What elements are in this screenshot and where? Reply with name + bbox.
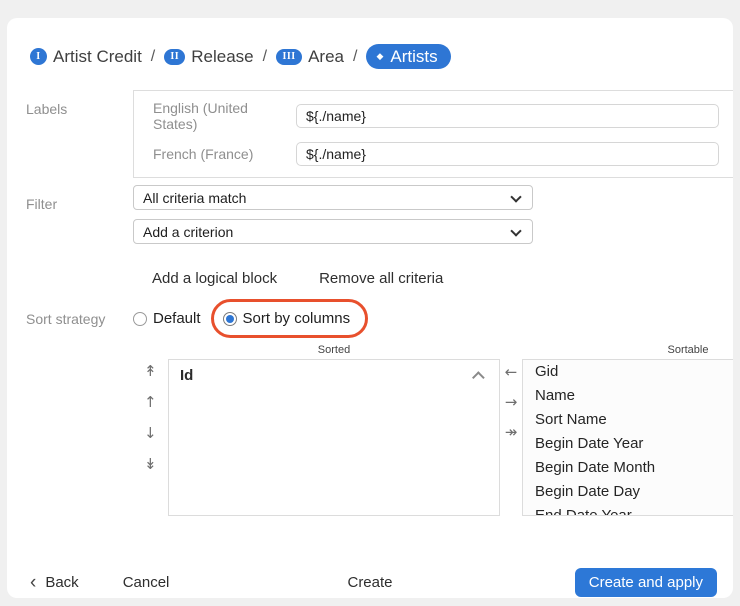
filter-section-title: Filter <box>7 185 133 212</box>
move-right-icon[interactable]: → <box>505 392 518 412</box>
radio-sort-by-columns-label: Sort by columns <box>243 310 351 327</box>
radio-unchecked-icon[interactable] <box>133 312 147 326</box>
sortable-item[interactable]: End Date Year <box>523 504 733 516</box>
filter-section: Filter All criteria match Add a criterio… <box>7 185 733 287</box>
breadcrumb-label: Area <box>308 47 344 67</box>
chevron-down-icon <box>510 191 521 202</box>
breadcrumb: I Artist Credit / II Release / III Area … <box>7 18 733 69</box>
labels-section-title: Labels <box>7 90 133 117</box>
add-logical-block-button[interactable]: Add a logical block <box>152 270 277 287</box>
wizard-footer: Create ‹ Back Cancel Create and apply <box>7 568 733 597</box>
radio-checked-icon[interactable] <box>223 312 237 326</box>
move-down-icon[interactable]: ↓ <box>144 423 157 443</box>
sortable-item[interactable]: Begin Date Day <box>523 480 733 504</box>
sorted-item-id[interactable]: Id <box>169 360 499 391</box>
label-line-french: French (France) <box>153 142 719 166</box>
radio-default[interactable]: Default <box>133 310 201 327</box>
breadcrumb-label: Artists <box>390 47 437 67</box>
column-sorter: Sorted Sortable ↟ ↑ ↓ ↡ Id ← → ↠ Gid Nam… <box>139 341 733 516</box>
transfer-buttons: ← → ↠ <box>500 359 522 516</box>
criteria-match-select[interactable]: All criteria match <box>133 185 533 210</box>
sortable-item[interactable]: Gid <box>523 360 733 384</box>
language-label: English (United States) <box>153 100 296 132</box>
radio-default-label: Default <box>153 310 201 327</box>
move-to-top-icon[interactable]: ↟ <box>144 361 157 381</box>
sortable-list-title: Sortable <box>522 344 733 359</box>
label-french-input[interactable] <box>296 142 719 166</box>
move-left-icon[interactable]: ← <box>505 362 518 382</box>
step-1-icon: I <box>30 48 47 65</box>
labels-section: Labels English (United States) French (F… <box>7 90 733 178</box>
sorted-listbox[interactable]: Id <box>168 359 500 516</box>
diamond-icon: ◆ <box>376 51 383 62</box>
radio-sort-by-columns[interactable]: Sort by columns <box>223 310 351 327</box>
wizard-panel: I Artist Credit / II Release / III Area … <box>7 18 733 598</box>
breadcrumb-step-area[interactable]: III Area <box>276 47 344 67</box>
chevron-down-icon <box>510 225 521 236</box>
step-3-icon: III <box>276 49 302 65</box>
remove-all-criteria-button[interactable]: Remove all criteria <box>319 270 443 287</box>
breadcrumb-separator: / <box>263 48 267 66</box>
sortable-listbox[interactable]: Gid Name Sort Name Begin Date Year Begin… <box>522 359 733 516</box>
sortable-item[interactable]: Name <box>523 384 733 408</box>
sort-strategy-section: Sort strategy Default Sort by columns <box>7 310 733 327</box>
breadcrumb-step-artists-active[interactable]: ◆ Artists <box>366 44 450 69</box>
language-label: French (France) <box>153 146 296 162</box>
annotation-highlight-ellipse: Sort by columns <box>211 299 369 338</box>
breadcrumb-step-release[interactable]: II Release <box>164 47 253 67</box>
sortable-item[interactable]: Begin Date Month <box>523 456 733 480</box>
breadcrumb-label: Release <box>191 47 253 67</box>
breadcrumb-separator: / <box>353 48 357 66</box>
sort-strategy-title: Sort strategy <box>7 311 133 327</box>
step-2-icon: II <box>164 49 185 65</box>
filter-controls: All criteria match Add a criterion Add a… <box>133 185 533 287</box>
sorted-list-title: Sorted <box>168 344 500 359</box>
breadcrumb-step-artist-credit[interactable]: I Artist Credit <box>30 47 142 67</box>
label-english-input[interactable] <box>296 104 719 128</box>
criteria-match-value: All criteria match <box>143 190 246 206</box>
add-criterion-select[interactable]: Add a criterion <box>133 219 533 244</box>
sortable-item[interactable]: Sort Name <box>523 408 733 432</box>
move-to-bottom-icon[interactable]: ↡ <box>144 454 157 474</box>
add-criterion-value: Add a criterion <box>143 224 233 240</box>
move-all-right-icon[interactable]: ↠ <box>505 422 518 442</box>
move-up-icon[interactable]: ↑ <box>144 392 157 412</box>
sortable-item[interactable]: Begin Date Year <box>523 432 733 456</box>
breadcrumb-separator: / <box>151 48 155 66</box>
sorted-item-label: Id <box>180 367 193 384</box>
filter-actions: Add a logical block Remove all criteria <box>133 253 533 287</box>
breadcrumb-label: Artist Credit <box>53 47 142 67</box>
sort-strategy-options: Default Sort by columns <box>133 310 368 327</box>
label-line-english: English (United States) <box>153 100 719 132</box>
reorder-buttons: ↟ ↑ ↓ ↡ <box>139 359 168 516</box>
create-and-apply-button[interactable]: Create and apply <box>575 568 717 597</box>
chevron-up-icon[interactable] <box>472 371 485 384</box>
labels-box: English (United States) French (France) <box>133 90 733 178</box>
